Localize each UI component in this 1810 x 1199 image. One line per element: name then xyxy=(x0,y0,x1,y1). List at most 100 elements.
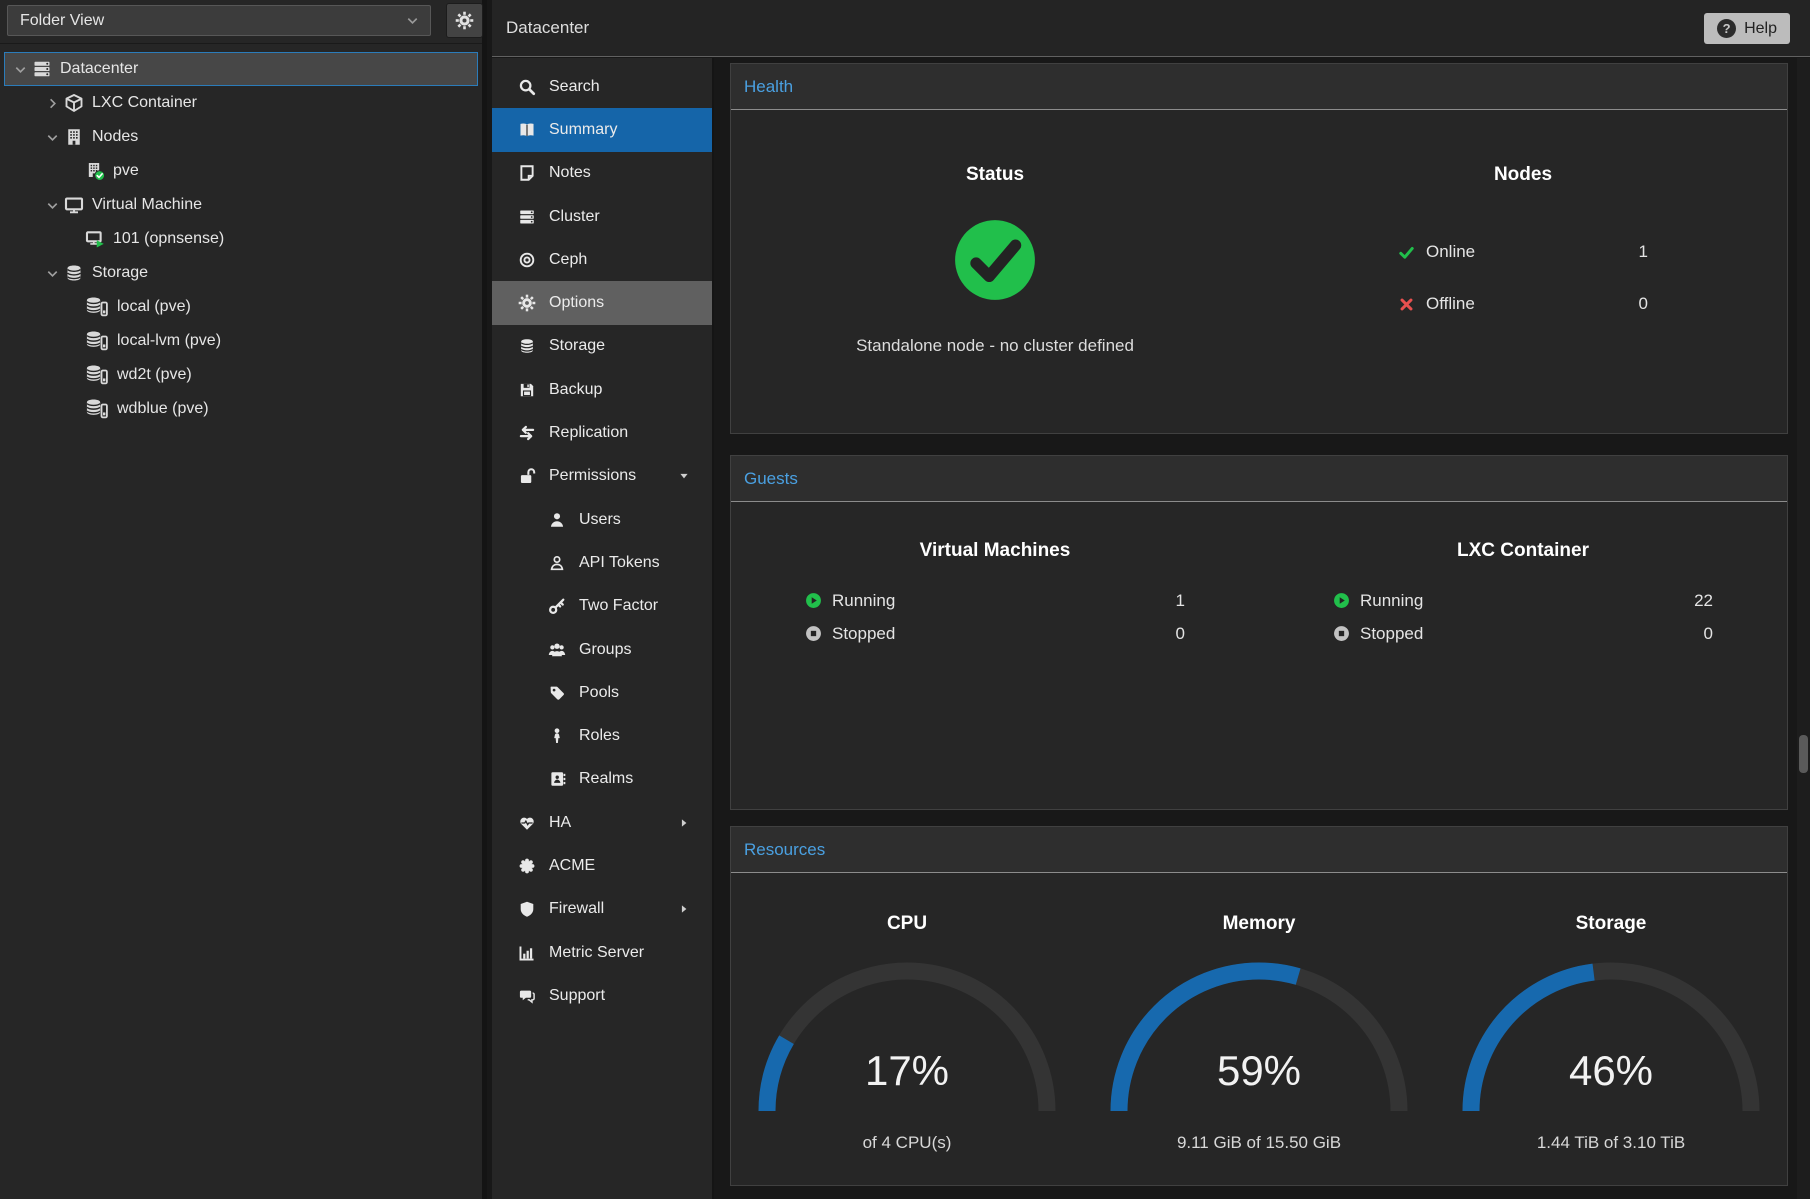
tree-item-label: wdblue (pve) xyxy=(117,400,209,418)
chevron-down-icon[interactable] xyxy=(45,198,60,213)
node-status-value: 0 xyxy=(1639,294,1648,314)
guest-stat-label: Stopped xyxy=(832,624,895,644)
resource-heading: Storage xyxy=(1435,913,1787,935)
database-icon xyxy=(64,263,84,283)
menu-item-cluster[interactable]: Cluster xyxy=(492,195,712,238)
guests-column-heading: Virtual Machines xyxy=(731,540,1259,562)
gauge-arc xyxy=(1461,961,1761,1119)
guest-stat-value: 1 xyxy=(1176,591,1185,611)
chevron-down-icon[interactable] xyxy=(45,266,60,281)
scrollbar[interactable] xyxy=(1797,58,1810,1199)
key-icon xyxy=(548,597,566,615)
health-panel-body: Status Standalone node - no cluster defi… xyxy=(731,110,1787,356)
tree-item-storage[interactable]: Storage xyxy=(4,256,478,290)
gauge-caption: 9.11 GiB of 15.50 GiB xyxy=(1083,1133,1435,1153)
menu-item-permissions[interactable]: Permissions xyxy=(492,455,712,498)
tree-item-label: Storage xyxy=(92,264,148,282)
view-mode-value: Folder View xyxy=(20,12,104,30)
scrollbar-thumb[interactable] xyxy=(1799,735,1808,773)
nodes-heading: Nodes xyxy=(1259,164,1787,186)
help-button-label: Help xyxy=(1744,20,1777,38)
replication-icon xyxy=(518,424,536,442)
tree-item-wd2t-pve[interactable]: wd2t (pve) xyxy=(4,358,478,392)
gauge-percent: 46% xyxy=(1461,1047,1761,1095)
menu-item-options[interactable]: Options xyxy=(492,281,712,324)
tree-item-local-pve[interactable]: local (pve) xyxy=(4,290,478,324)
menu-item-label: Two Factor xyxy=(579,597,658,615)
shield-icon xyxy=(518,900,536,918)
resources-panel-title: Resources xyxy=(744,840,825,859)
guest-stat-label: Running xyxy=(832,591,895,611)
node-status-row: Online1 xyxy=(1398,226,1648,278)
menu-item-search[interactable]: Search xyxy=(492,65,712,108)
database-disk-icon xyxy=(85,363,109,387)
check-icon xyxy=(1398,244,1415,261)
caret-right-icon[interactable] xyxy=(678,817,690,829)
menu-item-notes[interactable]: Notes xyxy=(492,152,712,195)
address-book-icon xyxy=(548,770,566,788)
unlock-icon xyxy=(518,467,536,485)
menu-item-storage[interactable]: Storage xyxy=(492,325,712,368)
menu-item-label: Search xyxy=(549,78,600,96)
heartbeat-icon xyxy=(518,814,536,832)
menu-item-label: HA xyxy=(549,814,571,832)
menu-item-acme[interactable]: ACME xyxy=(492,844,712,887)
menu-item-realms[interactable]: Realms xyxy=(492,758,712,801)
menu-item-label: Permissions xyxy=(549,467,636,485)
chevron-down-icon[interactable] xyxy=(45,130,60,145)
menu-item-backup[interactable]: Backup xyxy=(492,368,712,411)
floppy-icon xyxy=(518,381,536,399)
menu-item-label: Realms xyxy=(579,770,633,788)
guest-stat-row: Stopped0 xyxy=(1333,617,1713,650)
cross-icon xyxy=(1398,296,1415,313)
menu-item-summary[interactable]: Summary xyxy=(492,108,712,151)
menu-item-replication[interactable]: Replication xyxy=(492,411,712,454)
menu-item-metric-server[interactable]: Metric Server xyxy=(492,931,712,974)
tree-item-datacenter[interactable]: Datacenter xyxy=(4,52,478,86)
resource-heading: Memory xyxy=(1083,913,1435,935)
chevron-right-icon[interactable] xyxy=(45,96,60,111)
resource-storage: Storage46%1.44 TiB of 3.10 TiB xyxy=(1435,873,1787,1153)
gear-icon xyxy=(455,11,474,30)
tree-item-lxc-container[interactable]: LXC Container xyxy=(4,86,478,120)
node-status-row: Offline0 xyxy=(1398,278,1648,330)
nodes-column: Nodes Online1Offline0 xyxy=(1259,110,1787,356)
menu-item-label: Groups xyxy=(579,641,631,659)
tree-item-local-lvm-pve[interactable]: local-lvm (pve) xyxy=(4,324,478,358)
tag-icon xyxy=(548,684,566,702)
ceph-icon xyxy=(518,251,536,269)
database-disk-icon xyxy=(85,397,109,421)
menu-item-two-factor[interactable]: Two Factor xyxy=(492,585,712,628)
tree-item-pve[interactable]: pve xyxy=(4,154,478,188)
tree-toolbar: Folder View xyxy=(0,0,482,44)
menu-item-ha[interactable]: HA xyxy=(492,801,712,844)
caret-right-icon[interactable] xyxy=(678,903,690,915)
tree-item-wdblue-pve[interactable]: wdblue (pve) xyxy=(4,392,478,426)
menu-item-support[interactable]: Support xyxy=(492,974,712,1017)
help-button[interactable]: ? Help xyxy=(1704,13,1790,44)
tree-item-101-opnsense[interactable]: 101 (opnsense) xyxy=(4,222,478,256)
menu-item-groups[interactable]: Groups xyxy=(492,628,712,671)
menu-item-label: API Tokens xyxy=(579,554,660,572)
gauge-cpu: 17% xyxy=(757,961,1057,1119)
database-disk-icon xyxy=(85,329,109,353)
menu-item-roles[interactable]: Roles xyxy=(492,714,712,757)
tree-item-nodes[interactable]: Nodes xyxy=(4,120,478,154)
guest-stat-row: Running 1 xyxy=(805,584,1185,617)
status-ok-indicator xyxy=(731,218,1259,302)
tree-item-virtual-machine[interactable]: Virtual Machine xyxy=(4,188,478,222)
status-column: Status Standalone node - no cluster defi… xyxy=(731,110,1259,356)
tree-settings-button[interactable] xyxy=(446,3,483,38)
monitor-play-icon xyxy=(85,229,105,249)
menu-item-firewall[interactable]: Firewall xyxy=(492,888,712,931)
menu-item-users[interactable]: Users xyxy=(492,498,712,541)
menu-item-pools[interactable]: Pools xyxy=(492,671,712,714)
view-mode-select[interactable]: Folder View xyxy=(7,5,431,36)
caret-down-icon[interactable] xyxy=(678,470,690,482)
menu-item-api-tokens[interactable]: API Tokens xyxy=(492,541,712,584)
tree-item-label: LXC Container xyxy=(92,94,197,112)
chevron-down-icon[interactable] xyxy=(13,62,28,77)
menu-item-ceph[interactable]: Ceph xyxy=(492,238,712,281)
guest-stat-value: 0 xyxy=(1704,624,1713,644)
resource-heading: CPU xyxy=(731,913,1083,935)
